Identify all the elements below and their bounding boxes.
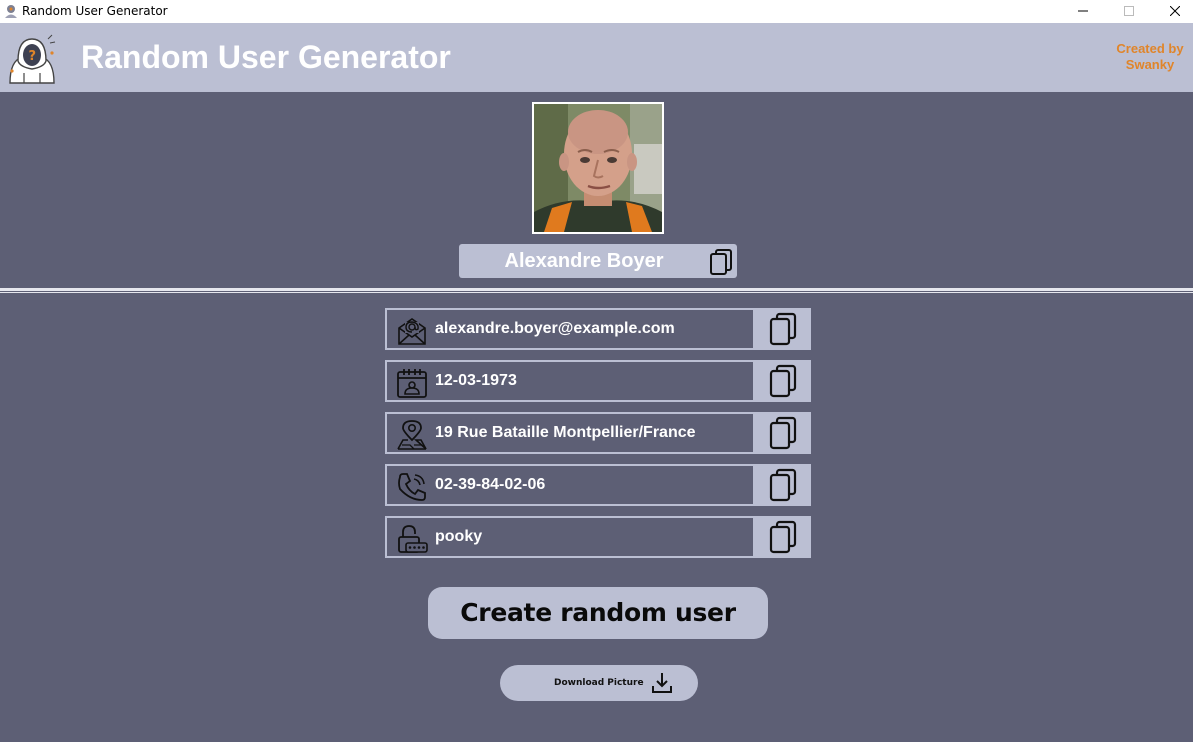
- copy-address-button[interactable]: [755, 412, 811, 454]
- download-picture-button[interactable]: Download Picture: [500, 665, 698, 701]
- copy-birthdate-button[interactable]: [755, 360, 811, 402]
- maximize-button[interactable]: [1106, 0, 1152, 22]
- copy-phone-button[interactable]: [755, 464, 811, 506]
- credit-line-2: Swanky: [1125, 57, 1175, 72]
- credit-line-1: Created by: [1116, 41, 1184, 56]
- address-value: 19 Rue Bataille Montpellier/France: [435, 424, 696, 441]
- password-value: pooky: [435, 528, 483, 545]
- phone-row: 02-39-84-02-06: [385, 464, 811, 506]
- user-name-bar: Alexandre Boyer: [459, 244, 737, 278]
- email-field: alexandre.boyer@example.com: [385, 308, 755, 350]
- user-name: Alexandre Boyer: [504, 250, 664, 272]
- download-icon: [652, 673, 672, 693]
- credit-text: Created by Swanky: [1108, 41, 1192, 73]
- download-picture-label: Download Picture: [554, 678, 644, 688]
- minimize-icon: [1078, 10, 1088, 12]
- password-row: pooky: [385, 516, 811, 558]
- address-row: 19 Rue Bataille Montpellier/France: [385, 412, 811, 454]
- birthdate-row: 12-03-1973: [385, 360, 811, 402]
- window-title: Random User Generator: [22, 4, 168, 18]
- birthdate-value: 12-03-1973: [435, 372, 517, 389]
- location-pin-icon: [397, 420, 427, 450]
- app-icon: [5, 5, 17, 18]
- email-value: alexandre.boyer@example.com: [435, 320, 675, 337]
- password-field: pooky: [385, 516, 755, 558]
- hooded-anonymous-user-icon: ?: [9, 34, 56, 84]
- close-button[interactable]: [1152, 0, 1193, 22]
- app-title: Random User Generator: [81, 39, 451, 75]
- minimize-button[interactable]: [1060, 0, 1106, 22]
- copy-icon: [769, 520, 797, 554]
- copy-password-button[interactable]: [755, 516, 811, 558]
- avatar-portrait: [534, 104, 662, 232]
- app-header: ? Random User Generator Created by Swank…: [0, 23, 1193, 92]
- close-icon: [1170, 6, 1180, 16]
- email-icon: [398, 318, 426, 345]
- section-divider-thin: [0, 292, 1193, 293]
- copy-icon: [769, 416, 797, 450]
- user-avatar: [532, 102, 664, 234]
- calendar-icon: [397, 369, 427, 398]
- copy-icon: [769, 364, 797, 398]
- copy-icon: [769, 312, 797, 346]
- copy-email-button[interactable]: [755, 308, 811, 350]
- address-field: 19 Rue Bataille Montpellier/France: [385, 412, 755, 454]
- birthdate-field: 12-03-1973: [385, 360, 755, 402]
- phone-icon: [398, 473, 426, 501]
- copy-name-icon[interactable]: [708, 248, 734, 276]
- maximize-icon: [1124, 6, 1134, 16]
- svg-text:?: ?: [29, 49, 37, 64]
- window-titlebar: Random User Generator: [0, 0, 1193, 23]
- section-divider: [0, 288, 1193, 291]
- create-random-user-button[interactable]: Create random user: [428, 587, 768, 639]
- phone-value: 02-39-84-02-06: [435, 476, 546, 493]
- copy-icon: [769, 468, 797, 502]
- phone-field: 02-39-84-02-06: [385, 464, 755, 506]
- email-row: alexandre.boyer@example.com: [385, 308, 811, 350]
- lock-icon: [398, 525, 428, 553]
